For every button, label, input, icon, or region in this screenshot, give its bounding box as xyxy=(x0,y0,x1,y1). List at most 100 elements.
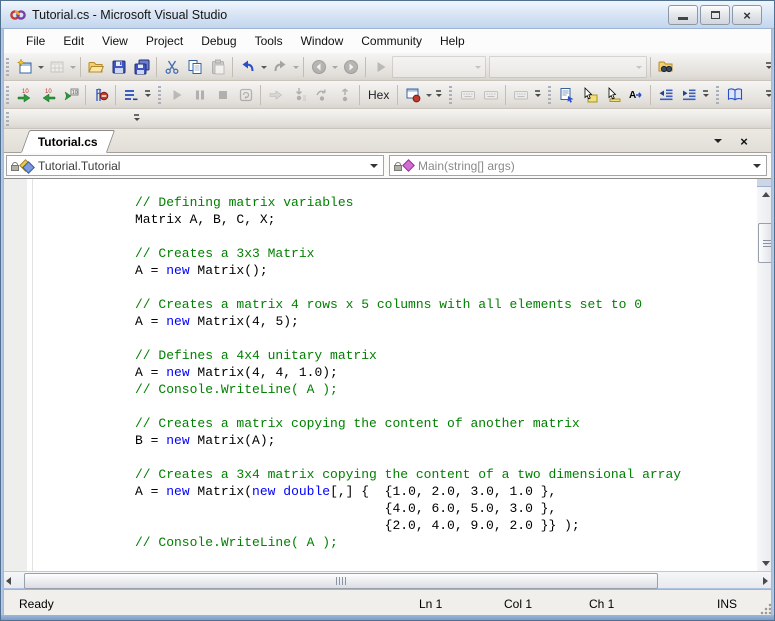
horizontal-scroll-thumb[interactable] xyxy=(24,573,658,589)
play-icon xyxy=(169,87,185,103)
toolbar-grip[interactable] xyxy=(449,86,452,104)
code-line: // Creates a matrix 4 rows x 5 columns w… xyxy=(135,296,757,313)
add-item-button[interactable] xyxy=(45,55,68,78)
start-debugging-button[interactable] xyxy=(165,83,188,106)
close-document-button[interactable]: × xyxy=(736,133,752,149)
step-over-button[interactable] xyxy=(310,83,333,106)
list-members-button[interactable] xyxy=(601,83,624,106)
minimize-button[interactable] xyxy=(668,5,698,25)
title-bar[interactable]: Tutorial.cs - Microsoft Visual Studio × xyxy=(1,1,774,29)
step-out-button[interactable] xyxy=(333,83,356,106)
menu-edit[interactable]: Edit xyxy=(54,31,93,51)
pointer-line-icon xyxy=(605,87,621,103)
save-button[interactable] xyxy=(107,55,130,78)
active-files-dropdown[interactable] xyxy=(710,133,726,149)
keyboard-icon xyxy=(513,87,529,103)
open-file-button[interactable] xyxy=(84,55,107,78)
horizontal-scrollbar[interactable] xyxy=(1,571,774,588)
flag-filter-button[interactable] xyxy=(89,83,112,106)
toolbar-grip[interactable] xyxy=(6,86,9,104)
start-button[interactable] xyxy=(369,55,392,78)
navigate-backward-dropdown[interactable] xyxy=(330,55,339,78)
complete-word-button[interactable] xyxy=(624,83,647,106)
step-010-into-button[interactable] xyxy=(36,83,59,106)
menu-window[interactable]: Window xyxy=(292,31,353,51)
paste-button[interactable] xyxy=(206,55,229,78)
decrease-indent-button[interactable] xyxy=(654,83,677,106)
close-button[interactable]: × xyxy=(732,5,762,25)
menu-community[interactable]: Community xyxy=(352,31,431,51)
keyboard-button-3[interactable] xyxy=(509,83,532,106)
hex-button[interactable]: Hex xyxy=(363,83,394,106)
toolbar-grip[interactable] xyxy=(6,58,9,76)
save-all-button[interactable] xyxy=(130,55,153,78)
standard-toolbar xyxy=(1,53,774,81)
breakpoints-list-button[interactable] xyxy=(119,83,142,106)
new-project-dropdown[interactable] xyxy=(36,55,45,78)
keyboard-button-1[interactable] xyxy=(456,83,479,106)
step-out-icon xyxy=(337,87,353,103)
menu-debug[interactable]: Debug xyxy=(192,31,245,51)
menu-help[interactable]: Help xyxy=(431,31,474,51)
toolbar-grip[interactable] xyxy=(716,86,719,104)
code-line: // Console.WriteLine( A ); xyxy=(135,381,757,398)
breakpoint-window-dropdown[interactable] xyxy=(424,83,433,106)
menu-project[interactable]: Project xyxy=(137,31,192,51)
solution-configurations-combo[interactable] xyxy=(392,56,486,78)
toolbar-grip[interactable] xyxy=(158,86,161,104)
parameter-info-button[interactable] xyxy=(578,83,601,106)
breakpoint-window-button[interactable] xyxy=(401,83,424,106)
toolbar-options-overflow[interactable] xyxy=(131,110,142,128)
minimize-icon xyxy=(678,17,688,20)
find-in-files-button[interactable] xyxy=(654,55,677,78)
navigate-forward-icon xyxy=(343,59,359,75)
toolbar-options-overflow[interactable] xyxy=(433,83,444,106)
quick-info-button[interactable] xyxy=(555,83,578,106)
types-dropdown-value: Tutorial.Tutorial xyxy=(38,159,120,173)
toolbar-options-overflow[interactable] xyxy=(700,83,711,106)
increase-indent-button[interactable] xyxy=(677,83,700,106)
undo-button[interactable] xyxy=(236,55,259,78)
show-next-statement-button[interactable] xyxy=(264,83,287,106)
restart-icon xyxy=(238,87,254,103)
redo-button[interactable] xyxy=(268,55,291,78)
add-item-dropdown[interactable] xyxy=(68,55,77,78)
code-line: // Defining matrix variables xyxy=(135,194,757,211)
solution-platforms-combo[interactable] xyxy=(489,56,647,78)
redo-dropdown[interactable] xyxy=(291,55,300,78)
keyboard-button-2[interactable] xyxy=(479,83,502,106)
indicator-margin[interactable] xyxy=(1,179,27,571)
undo-dropdown[interactable] xyxy=(259,55,268,78)
stop-icon xyxy=(215,87,231,103)
code-line xyxy=(135,279,757,296)
maximize-button[interactable] xyxy=(700,5,730,25)
toolbar-options-overflow[interactable] xyxy=(532,83,543,106)
stop-debugging-button[interactable] xyxy=(211,83,234,106)
toolbar-grip[interactable] xyxy=(6,112,9,126)
cut-button[interactable] xyxy=(160,55,183,78)
new-project-button[interactable] xyxy=(13,55,36,78)
tab-tutorial-cs[interactable]: Tutorial.cs xyxy=(21,130,115,153)
menu-tools[interactable]: Tools xyxy=(246,31,292,51)
step-into-button[interactable] xyxy=(287,83,310,106)
new-project-icon xyxy=(17,59,33,75)
code-line: // Creates a 3x3 Matrix xyxy=(135,245,757,262)
restart-button[interactable] xyxy=(234,83,257,106)
menu-bar: File Edit View Project Debug Tools Windo… xyxy=(1,29,774,53)
toolbar-grip[interactable] xyxy=(548,86,551,104)
types-dropdown[interactable]: Tutorial.Tutorial xyxy=(6,155,384,176)
toolbar-options-overflow[interactable] xyxy=(142,83,153,106)
step-010-filter-button[interactable] xyxy=(59,83,82,106)
members-dropdown[interactable]: Main(string[] args) xyxy=(389,155,767,176)
help-library-button[interactable] xyxy=(723,83,746,106)
navigate-forward-button[interactable] xyxy=(339,55,362,78)
break-all-button[interactable] xyxy=(188,83,211,106)
toolbar-separator xyxy=(80,57,81,77)
menu-view[interactable]: View xyxy=(93,31,137,51)
code-area[interactable]: // Defining matrix variablesMatrix A, B,… xyxy=(34,179,757,571)
menu-file[interactable]: File xyxy=(17,31,54,51)
navigate-backward-button[interactable] xyxy=(307,55,330,78)
step-010-forward-button[interactable] xyxy=(13,83,36,106)
breakpoint-window-icon xyxy=(405,87,421,103)
copy-button[interactable] xyxy=(183,55,206,78)
